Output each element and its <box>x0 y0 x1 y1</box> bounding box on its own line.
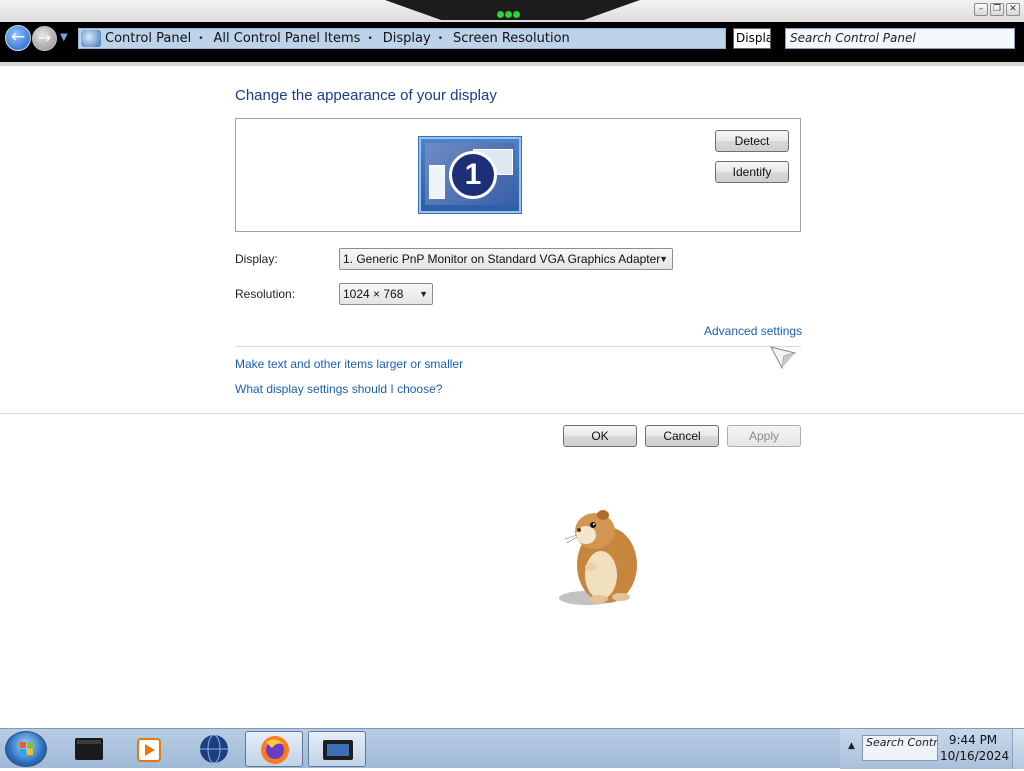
display-label: Display: <box>235 252 278 266</box>
start-button[interactable] <box>5 731 47 767</box>
monitor-icon[interactable]: 1 <box>419 137 521 213</box>
display-select-value: 1. Generic PnP Monitor on Standard VGA G… <box>343 252 661 266</box>
breadcrumb-display[interactable]: Display <box>383 31 431 46</box>
detect-button[interactable]: Detect <box>715 130 789 152</box>
hamster-icon <box>559 510 637 605</box>
breadcrumb-all-items[interactable]: All Control Panel Items <box>214 31 361 46</box>
monitor-arrangement-panel: 1 Detect Identify <box>235 118 801 232</box>
system-tray: ▲ Search Control 9:44 PM 10/16/2024 <box>840 729 1024 769</box>
breadcrumb-separator[interactable]: • <box>367 34 372 44</box>
minimize-button[interactable]: – <box>974 3 988 16</box>
text-size-link[interactable]: Make text and other items larger or smal… <box>235 357 463 371</box>
clock[interactable]: 9:44 PM 10/16/2024 <box>940 732 1010 764</box>
tray-search-overlay: Search Control <box>862 735 938 761</box>
show-desktop-button[interactable] <box>1012 729 1024 769</box>
address-bar: ← → ▼ Control Panel • All Control Panel … <box>0 22 1024 62</box>
taskbar-app-globe[interactable] <box>185 731 243 767</box>
status-dots-icon <box>497 7 527 18</box>
close-button[interactable]: ✕ <box>1006 3 1020 16</box>
button-area-divider <box>0 413 1024 414</box>
arrow-cursor-icon <box>770 346 797 370</box>
taskbar-app-firefox[interactable] <box>245 731 303 767</box>
clock-time: 9:44 PM <box>948 733 998 747</box>
taskbar: ▲ Search Control 9:44 PM 10/16/2024 <box>0 728 1024 769</box>
taskbar-app-display[interactable] <box>308 731 366 767</box>
window-title-bar: – ❐ ✕ <box>0 0 1024 22</box>
maximize-button[interactable]: ❐ <box>990 3 1004 16</box>
apply-button: Apply <box>727 425 801 447</box>
resolution-select-value: 1024 × 768 <box>343 287 404 301</box>
forward-button[interactable]: → <box>32 26 57 51</box>
control-panel-icon <box>81 30 101 47</box>
clock-date: 10/16/2024 <box>940 749 1010 763</box>
windows-logo-icon <box>20 742 33 755</box>
recent-pages-dropdown-icon[interactable]: ▼ <box>60 32 68 43</box>
search-input[interactable]: Search Control Panel <box>785 28 1015 49</box>
address-bar-divider <box>0 62 1024 66</box>
resolution-label: Resolution: <box>235 287 296 301</box>
display-window-icon <box>323 740 353 760</box>
page-title: Change the appearance of your display <box>235 87 497 104</box>
display-help-link[interactable]: What display settings should I choose? <box>235 382 442 396</box>
breadcrumb[interactable]: Control Panel • All Control Panel Items … <box>78 28 726 49</box>
mini-sidebar-decoration <box>429 165 445 199</box>
refresh-button[interactable]: Displa <box>733 28 771 49</box>
back-button[interactable]: ← <box>5 25 31 51</box>
breadcrumb-screen-resolution[interactable]: Screen Resolution <box>453 31 570 46</box>
taskbar-app-media-player[interactable] <box>120 731 178 767</box>
cancel-button[interactable]: Cancel <box>645 425 719 447</box>
window-controls: – ❐ ✕ <box>974 3 1020 16</box>
breadcrumb-separator[interactable]: • <box>438 34 443 44</box>
show-hidden-icons-button[interactable]: ▲ <box>848 741 855 751</box>
monitor-screen: 1 <box>425 143 515 205</box>
media-player-icon <box>137 738 161 762</box>
divider <box>235 346 801 347</box>
identify-button[interactable]: Identify <box>715 161 789 183</box>
terminal-window-icon <box>75 738 103 760</box>
monitor-number-badge: 1 <box>449 151 497 199</box>
globe-browser-icon <box>200 734 228 764</box>
firefox-icon <box>261 736 289 764</box>
display-select[interactable]: 1. Generic PnP Monitor on Standard VGA G… <box>339 248 673 270</box>
ok-button[interactable]: OK <box>563 425 637 447</box>
taskbar-app-terminal[interactable] <box>60 731 118 767</box>
advanced-settings-link[interactable]: Advanced settings <box>704 324 802 338</box>
breadcrumb-separator[interactable]: • <box>198 34 203 44</box>
chevron-down-icon: ▼ <box>419 289 428 299</box>
breadcrumb-control-panel[interactable]: Control Panel <box>105 31 191 46</box>
chevron-down-icon: ▼ <box>659 254 668 264</box>
resolution-select[interactable]: 1024 × 768 ▼ <box>339 283 433 305</box>
